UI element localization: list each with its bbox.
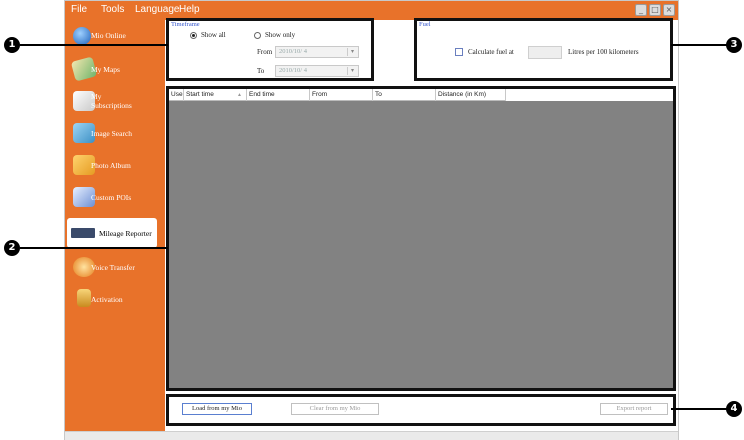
callout-3: 3 xyxy=(726,37,742,53)
sidebar-item-photo-album[interactable]: Photo Album xyxy=(67,150,156,180)
activation-icon xyxy=(77,289,91,307)
globe-icon xyxy=(73,27,91,45)
sort-ascending-icon: ▲ xyxy=(237,92,242,98)
from-date-field[interactable]: 2010/10/ 4 ▾ xyxy=(275,46,359,58)
chevron-down-icon[interactable]: ▾ xyxy=(347,67,357,75)
close-button[interactable]: × xyxy=(663,4,675,16)
calculate-fuel-checkbox[interactable] xyxy=(455,48,463,56)
status-bar xyxy=(65,431,678,440)
calculate-fuel-label: Calculate fuel at xyxy=(468,48,514,56)
fuel-legend: Fuel xyxy=(419,21,431,28)
clear-from-mio-button[interactable]: Clear from my Mio xyxy=(291,403,379,415)
menu-language[interactable]: Language xyxy=(135,4,180,15)
show-all-radio[interactable] xyxy=(190,32,197,39)
sidebar-item-image-search[interactable]: Image Search xyxy=(67,118,156,148)
timeframe-legend: Timeframe xyxy=(171,21,200,28)
timeframe-panel: Timeframe Show all Show only From 2010/1… xyxy=(166,18,374,81)
column-from[interactable]: From xyxy=(310,89,373,101)
fuel-panel: Fuel Calculate fuel at Litres per 100 ki… xyxy=(414,18,673,81)
action-bar: Load from my Mio Clear from my Mio Expor… xyxy=(166,394,676,426)
sidebar-item-mileage-reporter[interactable]: Mileage Reporter xyxy=(67,218,157,248)
show-only-radio[interactable] xyxy=(254,32,261,39)
column-start-time[interactable]: Start time ▲ xyxy=(184,89,247,101)
show-all-label: Show all xyxy=(201,31,226,39)
sidebar-item-mio-online[interactable]: Mio Online xyxy=(67,22,156,52)
mileage-reporter-icon xyxy=(71,228,95,238)
column-use[interactable]: Use xyxy=(169,89,184,101)
chevron-down-icon[interactable]: ▾ xyxy=(347,48,357,56)
minimize-button[interactable]: _ xyxy=(635,4,647,16)
menu-file[interactable]: File xyxy=(71,4,87,15)
callout-2: 2 xyxy=(4,240,20,256)
sidebar: Mio Online My Maps My Subscriptions Imag… xyxy=(65,20,165,431)
sidebar-item-voice-transfer[interactable]: Voice Transfer xyxy=(67,252,156,282)
grid-body[interactable] xyxy=(169,101,673,388)
load-from-mio-button[interactable]: Load from my Mio xyxy=(182,403,252,415)
sidebar-item-my-maps[interactable]: My Maps xyxy=(67,54,156,84)
callout-3-line xyxy=(671,44,728,46)
app-window: File Tools Language Help _ □ × Mio Onlin… xyxy=(64,0,679,440)
fuel-unit-label: Litres per 100 kilometers xyxy=(568,48,639,56)
to-label: To xyxy=(257,67,265,75)
from-label: From xyxy=(257,48,273,56)
callout-1-line xyxy=(20,44,168,46)
sidebar-item-my-subscriptions[interactable]: My Subscriptions xyxy=(67,86,156,116)
to-date-field[interactable]: 2010/10/ 4 ▾ xyxy=(275,65,359,77)
trips-grid: Use Start time ▲ End time From To Distan… xyxy=(166,86,676,391)
menu-tools[interactable]: Tools xyxy=(101,4,124,15)
maximize-button[interactable]: □ xyxy=(649,4,661,16)
grid-header: Use Start time ▲ End time From To Distan… xyxy=(169,89,506,101)
show-only-label: Show only xyxy=(265,31,296,39)
sidebar-item-custom-pois[interactable]: Custom POIs xyxy=(67,182,156,212)
column-to[interactable]: To xyxy=(373,89,436,101)
menu-help[interactable]: Help xyxy=(179,4,200,15)
export-report-button[interactable]: Export report xyxy=(600,403,668,415)
column-distance[interactable]: Distance (in Km) xyxy=(436,89,506,101)
callout-4-line xyxy=(671,408,728,410)
callout-2-line xyxy=(20,247,168,249)
callout-4: 4 xyxy=(726,401,742,417)
callout-1: 1 xyxy=(4,37,20,53)
sidebar-item-activation[interactable]: Activation xyxy=(67,284,156,314)
column-end-time[interactable]: End time xyxy=(247,89,310,101)
fuel-rate-input[interactable] xyxy=(528,46,562,59)
